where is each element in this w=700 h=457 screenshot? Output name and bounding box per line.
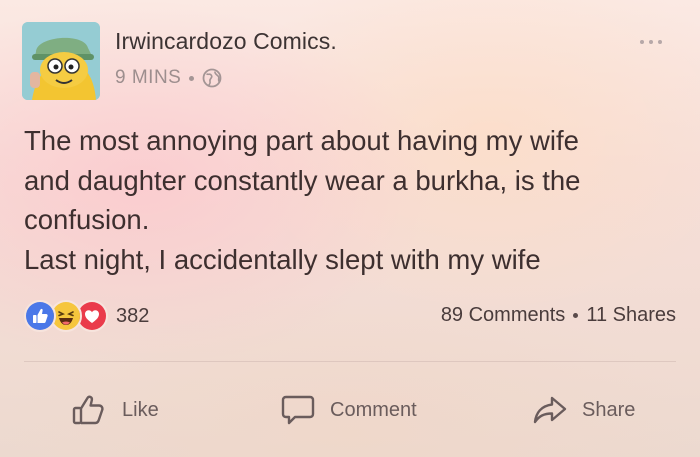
like-button[interactable]: Like bbox=[70, 384, 159, 436]
more-dot bbox=[649, 40, 653, 44]
like-reaction-icon bbox=[24, 300, 56, 332]
shares-count-link[interactable]: 11 Shares bbox=[586, 304, 676, 327]
comments-count-link[interactable]: 89 Comments bbox=[441, 304, 566, 327]
comment-bubble-icon bbox=[281, 395, 315, 425]
more-dot bbox=[640, 40, 644, 44]
share-arrow-icon bbox=[533, 396, 567, 424]
action-bar-divider bbox=[24, 361, 676, 362]
more-options-icon[interactable] bbox=[640, 40, 662, 44]
reaction-summary[interactable]: 382 bbox=[24, 300, 149, 332]
post-timestamp[interactable]: 9 MINS bbox=[115, 67, 181, 89]
like-button-label: Like bbox=[122, 398, 159, 421]
more-dot bbox=[658, 40, 662, 44]
share-button[interactable]: Share bbox=[530, 384, 635, 436]
comment-button[interactable]: Comment bbox=[278, 384, 417, 436]
reaction-count: 382 bbox=[116, 304, 150, 327]
stats-separator-dot bbox=[573, 313, 579, 318]
comment-button-label: Comment bbox=[330, 398, 417, 421]
avatar[interactable] bbox=[22, 22, 100, 100]
post-meta: 9 MINS bbox=[115, 67, 222, 89]
meta-separator-dot bbox=[189, 75, 195, 81]
post-action-bar: Like Comment Share bbox=[0, 384, 700, 436]
share-button-label: Share bbox=[582, 398, 636, 421]
post-text: The most annoying part about having my w… bbox=[24, 125, 581, 275]
globe-icon[interactable] bbox=[202, 68, 222, 88]
thumbs-up-icon bbox=[72, 395, 104, 425]
comic-character-avatar-image bbox=[22, 22, 100, 100]
page-name[interactable]: Irwincardozo Comics. bbox=[115, 28, 337, 55]
post-stats: 89 Comments 11 Shares bbox=[441, 304, 676, 327]
